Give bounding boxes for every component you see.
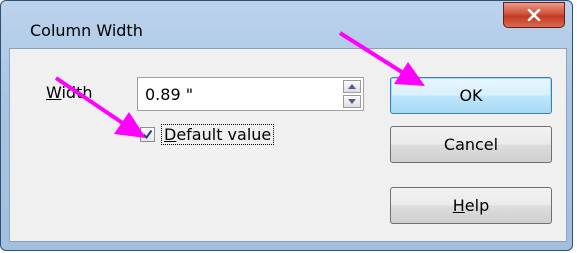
cancel-button[interactable]: Cancel (390, 126, 552, 163)
ok-button[interactable]: OK (390, 77, 552, 114)
width-spin-field[interactable]: 0.89 " (137, 77, 364, 111)
width-label: Width (46, 83, 93, 102)
help-button[interactable]: Help (390, 187, 552, 224)
default-value-option[interactable]: Default value (140, 124, 275, 145)
checkmark-icon (142, 129, 153, 140)
width-value[interactable]: 0.89 " (145, 85, 193, 104)
default-value-label[interactable]: Default value (161, 124, 275, 145)
dialog-title: Column Width (30, 21, 143, 40)
chevron-down-icon (348, 99, 356, 104)
spin-buttons (343, 80, 361, 108)
spin-down-button[interactable] (343, 95, 361, 108)
close-button[interactable] (503, 2, 565, 28)
chevron-up-icon (348, 84, 356, 89)
spin-up-button[interactable] (343, 80, 361, 93)
default-value-checkbox[interactable] (140, 127, 155, 142)
close-icon (527, 9, 541, 21)
